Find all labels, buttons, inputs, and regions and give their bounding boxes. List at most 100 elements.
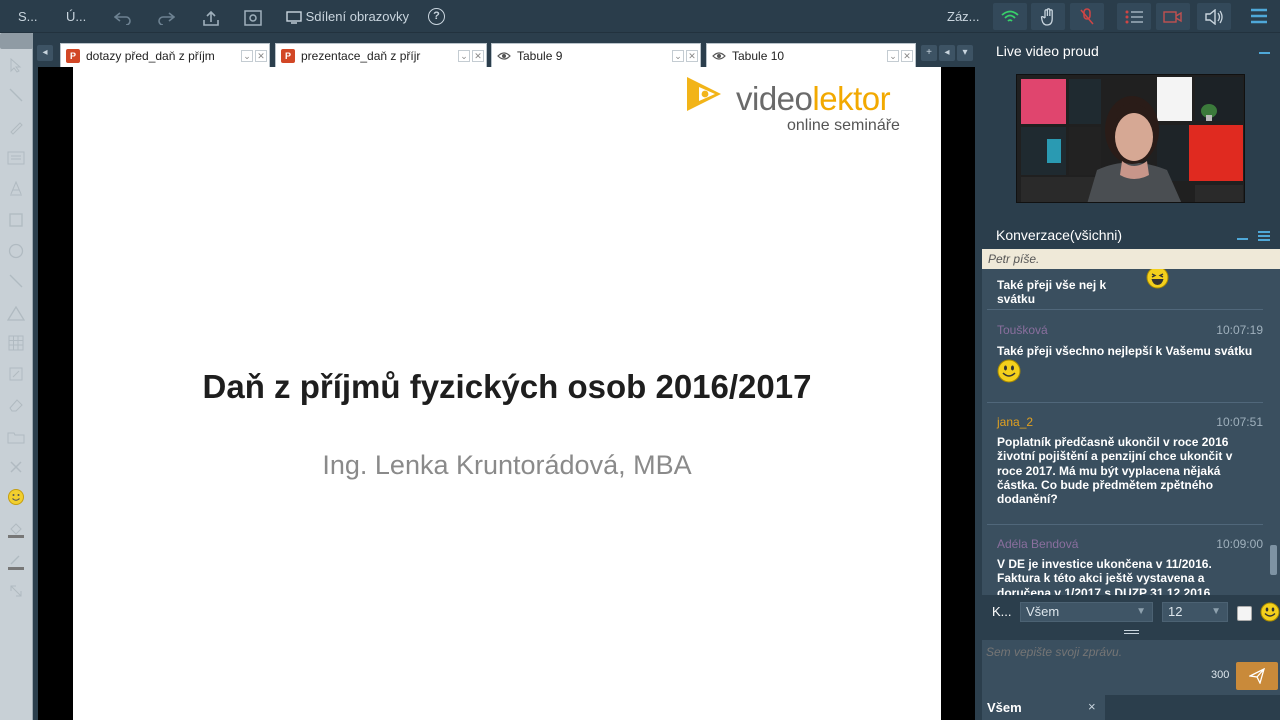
tab-dropdown-icon[interactable]: ⌄ (458, 49, 470, 62)
tab-label: Tabule 10 (732, 48, 785, 63)
add-tab-button[interactable]: + (921, 45, 937, 61)
wifi-icon[interactable] (993, 3, 1027, 30)
line-color-tool-icon[interactable] (4, 549, 28, 573)
pencil-tool-icon[interactable] (4, 115, 28, 139)
logo-tagline: online semináře (787, 117, 900, 134)
top-menu-bar: S... Ú... Sdílení obrazovky ? Záz... (0, 0, 1280, 33)
redo-icon[interactable] (157, 0, 176, 33)
tab-tabule-10[interactable]: Tabule 10 ⌄ ✕ (706, 43, 916, 67)
tab-dropdown-icon[interactable]: ⌄ (241, 49, 253, 62)
tab-label: Tabule 9 (517, 48, 563, 63)
screen-share-button[interactable]: Sdílení obrazovky (286, 0, 409, 33)
live-video-title: Live video proud (996, 43, 1099, 59)
tab-prezentace[interactable]: P prezentace_daň z příjr ⌄ ✕ (275, 43, 487, 67)
rectangle-tool-icon[interactable] (4, 208, 28, 232)
emoji-picker-icon[interactable] (1260, 602, 1280, 625)
help-icon[interactable]: ? (428, 8, 445, 25)
smile-emoji-icon (997, 359, 1021, 386)
message-separator (987, 402, 1263, 403)
webcam-image (1017, 75, 1244, 202)
chat-scrollbar[interactable] (1270, 545, 1277, 575)
tab-tabule-9[interactable]: Tabule 9 ⌄ ✕ (491, 43, 701, 67)
line-tool-icon[interactable] (4, 83, 28, 107)
scroll-tabs-left-button[interactable]: ◂ (37, 45, 53, 61)
diagonal-line-tool-icon[interactable] (4, 269, 28, 293)
tab-close-icon[interactable]: ✕ (901, 49, 913, 62)
chat-title: Konverzace(všichni) (996, 227, 1123, 243)
undo-icon[interactable] (113, 0, 132, 33)
slide-subtitle: Ing. Lenka Kruntorádová, MBA (322, 450, 692, 480)
tab-close-icon[interactable]: ✕ (686, 49, 698, 62)
tab-label: dotazy před_daň z příjm (86, 48, 215, 63)
font-size-select[interactable]: 12 ▼ (1162, 602, 1228, 622)
tab-dropdown-icon[interactable]: ⌄ (887, 49, 899, 62)
char-counter: 300 (1211, 669, 1230, 681)
circle-tool-icon[interactable] (4, 239, 28, 263)
recipient-label: K... (992, 604, 1012, 619)
clear-tool-icon[interactable] (4, 455, 28, 479)
chat-tab-label: Všem (987, 700, 1022, 715)
private-checkbox[interactable] (1237, 606, 1252, 621)
message-author: jana_2 (997, 415, 1034, 429)
minimize-chat-icon[interactable] (1237, 238, 1248, 240)
chat-tab-vsem[interactable]: Všem × (982, 695, 1105, 720)
menu-s[interactable]: S... (18, 0, 38, 33)
message-author: Toušková (997, 323, 1048, 337)
menu-u[interactable]: Ú... (66, 0, 86, 33)
tab-close-icon[interactable]: ✕ (472, 49, 484, 62)
hamburger-menu-icon[interactable] (1250, 6, 1268, 29)
message-separator (987, 309, 1263, 310)
tabs-more-button[interactable]: ▾ (957, 45, 973, 61)
select-tool-icon[interactable] (4, 53, 28, 77)
chat-message-list: Také přeji vše nej k svátku Toušková 10:… (982, 269, 1280, 595)
resize-handle-icon[interactable] (1124, 630, 1139, 634)
triangle-tool-icon[interactable] (4, 301, 28, 325)
close-icon[interactable]: × (1088, 699, 1096, 714)
tab-close-icon[interactable]: ✕ (255, 49, 267, 62)
record-menu[interactable]: Záz... (947, 0, 980, 33)
message-author: Adéla Bendová (997, 537, 1079, 551)
send-button[interactable] (1236, 662, 1278, 690)
microphone-off-icon[interactable] (1070, 3, 1104, 30)
videolektor-logo-icon (685, 75, 725, 118)
table-tool-icon[interactable] (4, 331, 28, 355)
emoji-tool-icon[interactable] (4, 485, 28, 509)
eye-icon (497, 49, 511, 63)
tab-dropdown-icon[interactable]: ⌄ (672, 49, 684, 62)
toolbar-handle[interactable] (0, 33, 33, 49)
message-time: 10:07:51 (1216, 415, 1263, 429)
list-icon[interactable] (1117, 3, 1151, 30)
chat-compose-area: 300 (982, 640, 1280, 695)
monitor-icon (286, 11, 302, 24)
logo-wordmark: videolektor (736, 80, 891, 117)
laughing-emoji-icon (1146, 269, 1169, 292)
highlighter-tool-icon[interactable] (4, 362, 28, 386)
presentation-slide: videolektor online semináře Daň z příjmů… (73, 67, 941, 720)
screen-share-label: Sdílení obrazovky (305, 9, 409, 24)
chevron-down-icon: ▼ (1211, 606, 1221, 617)
text-box-tool-icon[interactable] (4, 146, 28, 170)
eraser-tool-icon[interactable] (4, 393, 28, 417)
message-input[interactable] (982, 640, 1222, 690)
folder-tool-icon[interactable] (4, 425, 28, 449)
camera-off-icon[interactable] (1156, 3, 1190, 30)
hand-raise-icon[interactable] (1031, 3, 1065, 30)
send-icon (1249, 668, 1265, 684)
tab-dotazy[interactable]: P dotazy před_daň z příjm ⌄ ✕ (60, 43, 270, 67)
typing-indicator: Petr píše. (982, 249, 1280, 269)
chat-controls: K... Všem ▼ 12 ▼ (982, 595, 1280, 635)
whiteboard-toolbar (0, 33, 33, 720)
minimize-video-icon[interactable] (1259, 52, 1270, 54)
speaker-icon[interactable] (1197, 3, 1231, 30)
chat-bottom-bar: Všem × (982, 695, 1280, 720)
text-tool-icon[interactable] (4, 176, 28, 200)
fill-color-tool-icon[interactable] (4, 517, 28, 541)
chat-header: Konverzace(všichni) (982, 222, 1280, 249)
message-time: 10:09:00 (1216, 537, 1263, 551)
resize-tool-icon[interactable] (4, 579, 28, 603)
chat-menu-icon[interactable] (1258, 230, 1270, 245)
snapshot-icon[interactable] (244, 0, 262, 33)
upload-icon[interactable] (202, 0, 220, 33)
prev-tab-button[interactable]: ◂ (939, 45, 955, 61)
recipient-select[interactable]: Všem ▼ (1020, 602, 1153, 622)
